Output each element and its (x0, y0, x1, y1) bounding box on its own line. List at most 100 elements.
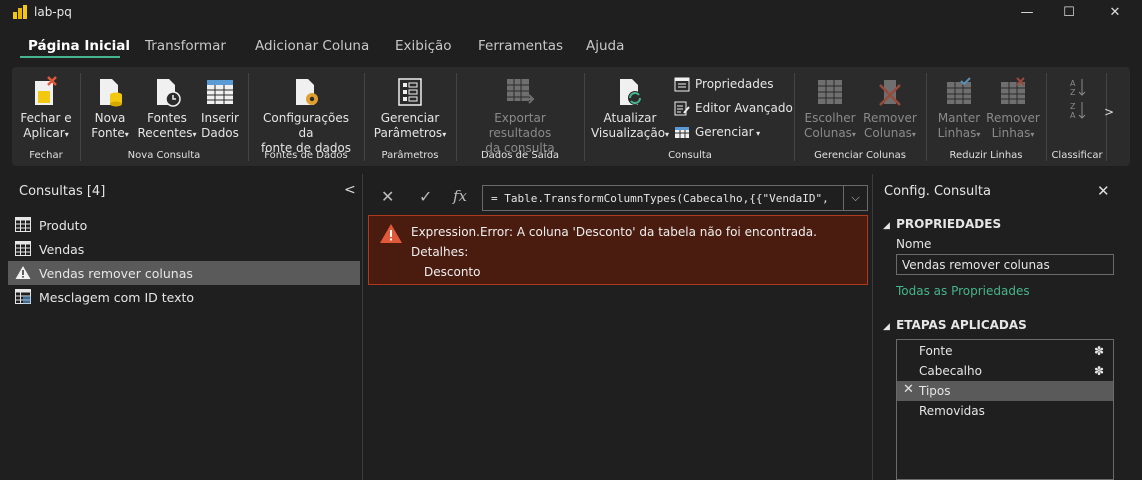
minimize-button[interactable]: — (1004, 0, 1050, 25)
query-item-vendas-remover-colunas[interactable]: Vendas remover colunas (8, 261, 360, 285)
collapse-triangle-icon: ◢ (883, 322, 890, 332)
gear-icon[interactable]: ✽ (1094, 364, 1104, 378)
advanced-editor-button[interactable]: Editor Avançado (674, 101, 793, 116)
new-source-icon (100, 79, 122, 107)
gear-icon[interactable]: ✽ (1094, 344, 1104, 358)
ribbon-tabs: Página Inicial Transformar Adicionar Col… (0, 25, 1142, 65)
sort-ascending-icon[interactable]: A Z (1068, 77, 1086, 97)
ribbon: Fechar e Aplicar▾ Fechar Nova Fonte▾ Fon… (12, 67, 1130, 166)
remove-rows-icon (1001, 77, 1025, 104)
choose-columns-icon (818, 80, 842, 104)
refresh-preview-button[interactable]: Atualizar Visualização▾ (590, 77, 670, 142)
svg-text:A: A (1070, 111, 1076, 120)
title-bar: lab-pq — ☐ ✕ (0, 0, 1142, 25)
query-label: Vendas (39, 242, 85, 257)
export-results-icon (507, 79, 535, 104)
keep-rows-icon (947, 77, 971, 104)
recent-sources-label-2: Recentes (137, 126, 193, 140)
error-details-label: Detalhes: (411, 245, 469, 259)
query-settings-pane: Config. Consulta ✕ ◢ PROPRIEDADES Nome T… (873, 174, 1142, 480)
insert-function-button[interactable]: fx (453, 187, 467, 205)
manage-parameters-label-2: Parâmetros (373, 126, 443, 140)
tab-pagina-inicial[interactable]: Página Inicial (28, 38, 130, 54)
manage-button[interactable]: Gerenciar ▾ (674, 125, 760, 140)
svg-text:A: A (1070, 79, 1076, 88)
enter-data-button[interactable]: Inserir Dados (200, 77, 240, 141)
remove-columns-button[interactable]: Remover Colunas▾ (862, 77, 918, 142)
close-settings-button[interactable]: ✕ (1097, 182, 1110, 200)
warning-icon (15, 266, 31, 279)
step-tipos[interactable]: ✕ Tipos (897, 381, 1113, 401)
collapse-triangle-icon: ◢ (883, 221, 890, 231)
step-label: Cabecalho (919, 364, 982, 378)
refresh-preview-label-1: Atualizar (603, 111, 657, 125)
tab-ferramentas[interactable]: Ferramentas (478, 38, 563, 54)
new-source-label-1: Nova (94, 111, 126, 125)
applied-steps-section-header[interactable]: ◢ ETAPAS APLICADAS (883, 318, 1027, 332)
query-settings-title: Config. Consulta (884, 184, 991, 199)
ribbon-scroll-right-button[interactable]: > (1104, 105, 1114, 119)
manage-parameters-icon (398, 78, 422, 106)
query-item-vendas[interactable]: Vendas (8, 237, 360, 261)
expand-formula-button[interactable]: ⌵ (844, 185, 868, 211)
maximize-button[interactable]: ☐ (1046, 0, 1092, 25)
remove-columns-icon (879, 80, 901, 106)
choose-columns-label-1: Escolher (804, 111, 856, 125)
new-source-button[interactable]: Nova Fonte▾ (88, 77, 132, 142)
tab-exibicao[interactable]: Exibição (395, 38, 452, 54)
delete-step-icon[interactable]: ✕ (903, 382, 914, 397)
advanced-editor-label: Editor Avançado (695, 101, 793, 115)
data-source-settings-label-1: Configurações da (263, 111, 349, 140)
step-removidas[interactable]: Removidas (897, 401, 1113, 421)
formula-input[interactable]: = Table.TransformColumnTypes(Cabecalho,{… (482, 185, 844, 211)
sort-descending-icon[interactable]: Z A (1068, 100, 1086, 120)
query-name-input[interactable] (896, 254, 1114, 275)
data-source-settings-button[interactable]: Configurações da fonte de dados (256, 77, 356, 156)
group-label-fechar: Fechar (29, 150, 63, 161)
step-label: Removidas (919, 404, 985, 418)
choose-columns-button[interactable]: Escolher Colunas▾ (802, 77, 858, 142)
remove-columns-label-1: Remover (863, 111, 917, 125)
formula-bar: ✕ ✓ fx = Table.TransformColumnTypes(Cabe… (369, 184, 868, 212)
properties-button[interactable]: Propriedades (674, 77, 774, 92)
window-title: lab-pq (34, 5, 72, 19)
error-details-value: Desconto (424, 265, 481, 279)
step-fonte[interactable]: Fonte ✽ (897, 341, 1113, 361)
close-window-button[interactable]: ✕ (1092, 0, 1138, 25)
remove-rows-label-2: Linhas (991, 126, 1031, 140)
manage-label: Gerenciar (695, 125, 754, 139)
recent-sources-button[interactable]: Fontes Recentes▾ (136, 77, 198, 142)
group-label-consulta: Consulta (668, 150, 712, 161)
all-properties-link[interactable]: Todas as Propriedades (896, 284, 1030, 298)
table-icon (15, 241, 31, 256)
svg-text:Z: Z (1070, 102, 1076, 111)
collapse-queries-button[interactable]: < (344, 182, 356, 198)
properties-section-header[interactable]: ◢ PROPRIEDADES (883, 217, 1001, 231)
warning-icon (380, 224, 402, 243)
choose-columns-label-2: Colunas (804, 126, 852, 140)
tab-transformar[interactable]: Transformar (145, 38, 226, 54)
tab-adicionar-coluna[interactable]: Adicionar Coluna (255, 38, 369, 54)
advanced-editor-icon (674, 101, 690, 116)
tab-ajuda[interactable]: Ajuda (586, 38, 624, 54)
keep-rows-button[interactable]: Manter Linhas▾ (932, 77, 986, 142)
cancel-formula-button[interactable]: ✕ (381, 187, 394, 206)
name-label: Nome (896, 237, 932, 251)
manage-parameters-button[interactable]: Gerenciar Parâmetros▾ (372, 77, 448, 142)
step-cabecalho[interactable]: Cabecalho ✽ (897, 361, 1113, 381)
export-results-button[interactable]: Exportar resultados da consulta (464, 77, 576, 156)
query-label: Mesclagem com ID texto (39, 290, 195, 305)
query-item-mesclagem-com-id-texto[interactable]: Mesclagem com ID texto (8, 285, 360, 309)
enter-data-label-2: Dados (201, 126, 239, 140)
error-message-box: Expression.Error: A coluna 'Desconto' da… (368, 215, 868, 285)
remove-columns-label-2: Colunas (864, 126, 912, 140)
commit-formula-button[interactable]: ✓ (419, 187, 432, 206)
query-item-produto[interactable]: Produto (8, 213, 360, 237)
queries-pane: Consultas [4] < Produto Vendas Vendas re… (0, 174, 362, 480)
svg-text:Z: Z (1070, 88, 1076, 97)
remove-rows-button[interactable]: Remover Linhas▾ (986, 77, 1040, 142)
group-label-gerenciar-colunas: Gerenciar Colunas (814, 150, 906, 161)
close-apply-button[interactable]: Fechar e Aplicar▾ (20, 75, 72, 142)
queries-title: Consultas [4] (19, 184, 106, 199)
group-label-classificar: Classificar (1051, 150, 1103, 161)
